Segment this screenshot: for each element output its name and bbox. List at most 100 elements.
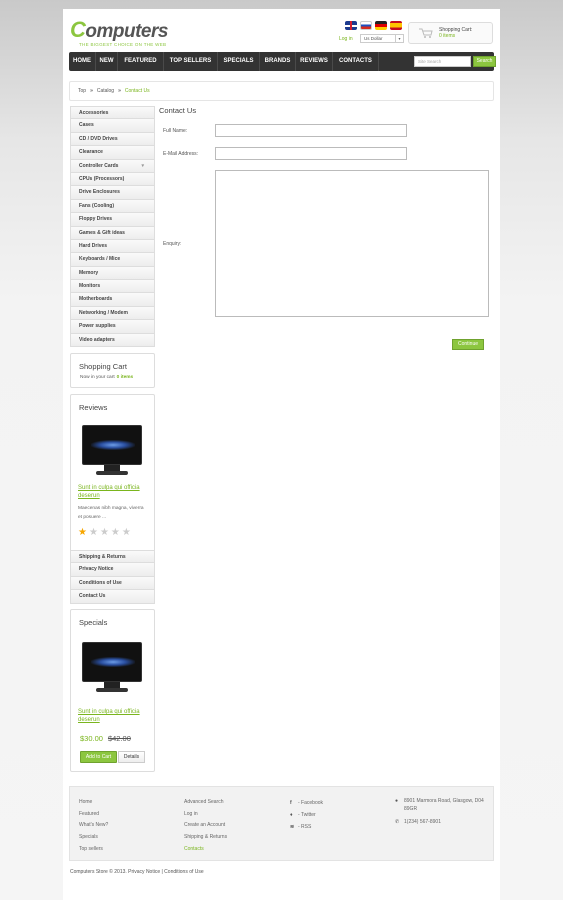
category-item[interactable]: Networking / Modem: [70, 306, 155, 321]
price-new: $30.00: [80, 734, 103, 743]
category-item-controller-cards[interactable]: Controller Cards ▾: [70, 159, 155, 173]
store-logo[interactable]: Computers THE BIGGEST CHOICE ON THE WEB: [70, 19, 168, 48]
twitter-icon: ♦: [290, 812, 293, 818]
nav-featured[interactable]: FEATURED: [118, 52, 164, 71]
flag-english-icon[interactable]: [345, 21, 357, 30]
footer-col-2: Advanced Search Log in Create an Account…: [184, 797, 227, 856]
footer-link[interactable]: Shipping & Returns: [184, 832, 227, 844]
nav-new[interactable]: NEW: [96, 52, 118, 71]
price-old: $42.00: [107, 734, 131, 743]
rating-stars: ★ ★ ★ ★ ★: [78, 528, 131, 538]
footer-link[interactable]: Specials: [79, 832, 108, 844]
category-item[interactable]: Fans (Cooling): [70, 199, 155, 214]
nav-brands[interactable]: BRANDS: [260, 52, 296, 71]
nav-top-sellers[interactable]: TOP SELLERS: [164, 52, 218, 71]
review-excerpt: Maecenas nibh magna, viverra et posuere …: [78, 506, 144, 520]
category-label: Controller Cards: [79, 162, 119, 169]
category-item[interactable]: Keyboards / Mice: [70, 253, 155, 267]
category-item[interactable]: Hard Drives: [70, 239, 155, 254]
footer-col-1: Home Featured What's New? Specials Top s…: [79, 797, 108, 856]
flag-german-icon[interactable]: [375, 21, 387, 30]
footer-link[interactable]: Featured: [79, 809, 108, 821]
star-icon: ★: [78, 527, 87, 538]
category-item[interactable]: Clearance: [70, 146, 155, 160]
category-item[interactable]: CPUs (Processors): [70, 172, 155, 187]
enquiry-textarea[interactable]: [215, 170, 489, 317]
category-item[interactable]: Games & Gift ideas: [70, 226, 155, 240]
facebook-link[interactable]: f - Facebook: [290, 797, 323, 809]
enquiry-label: Enquiry:: [163, 241, 182, 247]
facebook-icon: f: [290, 800, 292, 806]
header-cart[interactable]: Shopping Cart: 0 items: [408, 22, 493, 44]
phone-icon: ✆: [395, 819, 400, 825]
logo-tagline: THE BIGGEST CHOICE ON THE WEB: [79, 42, 167, 47]
specials-product-link[interactable]: Sunt in culpa qui officia deserun: [78, 708, 150, 724]
nav-specials[interactable]: SPECIALS: [218, 52, 260, 71]
search-input[interactable]: Site Search: [414, 56, 471, 67]
review-product-link[interactable]: Sunt in culpa qui officia deserun: [78, 484, 150, 500]
login-link[interactable]: Log in: [339, 36, 353, 42]
flag-spanish-icon[interactable]: [390, 21, 402, 30]
nav-reviews[interactable]: REVIEWS: [296, 52, 333, 71]
nav-home[interactable]: HOME: [69, 52, 96, 71]
details-button[interactable]: Details: [118, 751, 145, 763]
category-item[interactable]: Cases: [70, 119, 155, 133]
category-item[interactable]: CD / DVD Drives: [70, 132, 155, 147]
sidebar-cart-count[interactable]: 0 items: [117, 375, 134, 380]
currency-select[interactable]: Us Dollar ▾: [360, 34, 404, 43]
category-item[interactable]: Power supplies: [70, 320, 155, 334]
logo-rest: omputers: [85, 21, 168, 42]
header-cart-count: 0 items: [439, 33, 456, 39]
info-link-conditions[interactable]: Conditions of Use: [70, 576, 155, 591]
logo-text: Computers: [70, 19, 168, 42]
category-item[interactable]: Drive Enclosures: [70, 186, 155, 200]
sidebar-cart-status: Now in your cart 0 items: [71, 371, 154, 380]
language-selector: [345, 21, 402, 30]
footer-link[interactable]: Top sellers: [79, 844, 108, 856]
monitor-base: [96, 471, 128, 475]
flag-russian-icon[interactable]: [360, 21, 372, 30]
reviews-title: Reviews: [79, 403, 108, 412]
reviews-box: Reviews Sunt in culpa qui officia deseru…: [70, 394, 155, 552]
footer-phone: ✆ 1(234) 567-8901: [395, 818, 490, 826]
category-item[interactable]: Monitors: [70, 280, 155, 294]
category-item[interactable]: Floppy Drives: [70, 213, 155, 227]
footer-address: ● 8901 Marmora Road, Glasgow, D04 89GR: [395, 797, 490, 813]
full-name-field[interactable]: [215, 124, 407, 137]
monitor-product-image[interactable]: [82, 425, 142, 477]
breadcrumb: Top» Catalog» Contact Us: [69, 81, 494, 101]
add-to-cart-button[interactable]: Add to Cart: [80, 751, 117, 763]
footer-link[interactable]: Home: [79, 797, 108, 809]
footer-link[interactable]: Create an Account: [184, 820, 227, 832]
footer-link-contacts[interactable]: Contacts: [184, 844, 227, 856]
rss-icon: ≋: [290, 824, 295, 830]
chevron-down-icon: ▾: [141, 162, 144, 169]
info-link-shipping[interactable]: Shipping & Returns: [70, 550, 155, 564]
sidebar-cart-box: Shopping Cart Now in your cart 0 items: [70, 353, 155, 388]
rss-link[interactable]: ≋ - RSS: [290, 821, 323, 833]
footer-link[interactable]: Advanced Search: [184, 797, 227, 809]
breadcrumb-top[interactable]: Top: [78, 88, 86, 94]
footer-link[interactable]: Log in: [184, 809, 227, 821]
footer-link[interactable]: What's New?: [79, 820, 108, 832]
info-link-privacy[interactable]: Privacy Notice: [70, 563, 155, 577]
monitor-product-image[interactable]: [82, 642, 142, 694]
footer-contact-info: ● 8901 Marmora Road, Glasgow, D04 89GR ✆ 1…: [395, 797, 490, 826]
footer-social: f - Facebook ♦ - Twitter ≋ - RSS: [290, 797, 323, 833]
category-item[interactable]: Motherboards: [70, 293, 155, 307]
copyright: Computers Store © 2013. Privacy Notice |…: [70, 869, 204, 875]
info-link-contact[interactable]: Contact Us: [70, 590, 155, 604]
nav-contacts[interactable]: CONTACTS: [333, 52, 379, 71]
category-item[interactable]: Memory: [70, 266, 155, 281]
category-item[interactable]: Video adapters: [70, 333, 155, 348]
continue-button[interactable]: Continue: [452, 339, 484, 350]
currency-value: Us Dollar: [364, 36, 383, 41]
twitter-link[interactable]: ♦ - Twitter: [290, 809, 323, 821]
main-nav: HOME NEW FEATURED TOP SELLERS SPECIALS B…: [69, 52, 496, 71]
search-button[interactable]: Search: [473, 56, 496, 67]
category-item[interactable]: Accessories: [70, 106, 155, 120]
specials-box: Specials Sunt in culpa qui officia deser…: [70, 609, 155, 772]
monitor-screen: [82, 642, 142, 682]
breadcrumb-catalog[interactable]: Catalog: [97, 88, 114, 94]
email-field[interactable]: [215, 147, 407, 160]
